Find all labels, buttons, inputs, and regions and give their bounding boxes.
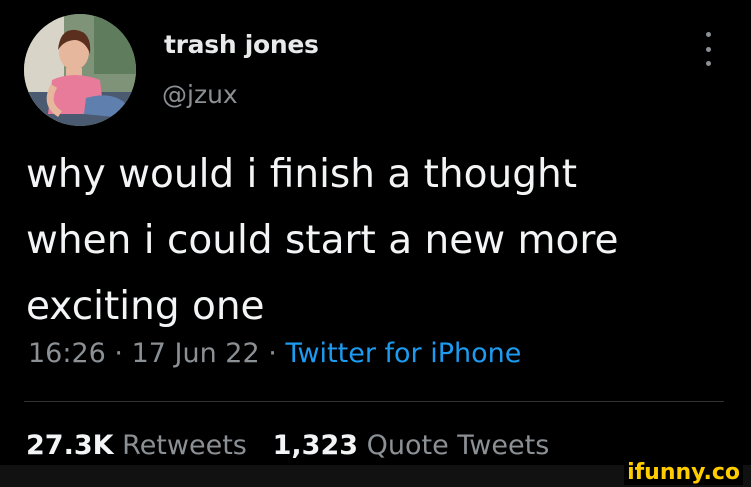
- tweet-date[interactable]: 17 Jun 22: [132, 338, 260, 369]
- more-options-icon[interactable]: [700, 32, 716, 66]
- separator: ·: [114, 338, 123, 369]
- divider: [24, 401, 724, 402]
- retweets-count: 27.3K: [26, 430, 114, 461]
- display-name[interactable]: trash jones: [164, 30, 319, 59]
- watermark-logo: ifunny.co: [624, 460, 743, 485]
- dot: [705, 32, 711, 37]
- tweet-source-link[interactable]: Twitter for iPhone: [285, 338, 521, 369]
- separator: ·: [268, 338, 277, 369]
- quotes-count: 1,323: [272, 430, 359, 461]
- dot: [705, 61, 711, 66]
- tweet-time[interactable]: 16:26: [28, 338, 106, 369]
- avatar[interactable]: [24, 14, 136, 126]
- user-handle[interactable]: @jzux: [162, 80, 238, 109]
- quote-tweets-stat[interactable]: 1,323 Quote Tweets: [273, 430, 550, 461]
- engagement-stats: 27.3K Retweets 1,323 Quote Tweets: [26, 430, 549, 461]
- retweets-label: Retweets: [122, 430, 247, 461]
- tweet-text: why would i finish a thought when i coul…: [26, 152, 619, 329]
- tweet-meta: 16:26 · 17 Jun 22 · Twitter for iPhone: [28, 338, 521, 369]
- retweets-stat[interactable]: 27.3K Retweets: [26, 430, 247, 461]
- quotes-label: Quote Tweets: [366, 430, 550, 461]
- dot: [705, 46, 711, 52]
